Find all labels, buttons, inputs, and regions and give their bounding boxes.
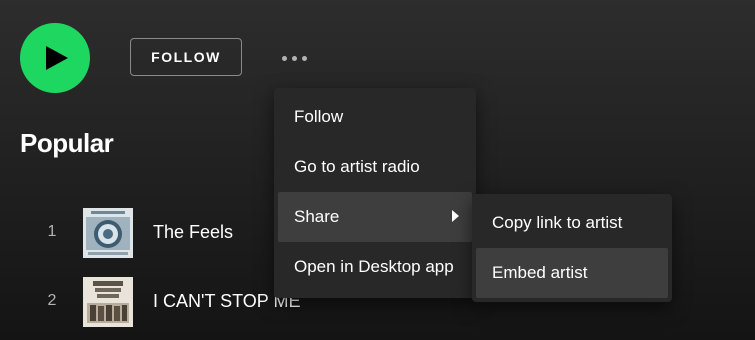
chevron-right-icon: [452, 210, 459, 222]
play-icon: [46, 46, 68, 70]
popular-heading: Popular: [20, 128, 114, 158]
follow-button[interactable]: FOLLOW: [130, 38, 242, 76]
more-horizontal-icon: [281, 55, 287, 61]
play-button[interactable]: [20, 23, 90, 93]
context-menu: Follow Go to artist radio Share Open in …: [274, 88, 476, 298]
menu-item-copy-link[interactable]: Copy link to artist: [476, 198, 668, 248]
menu-item-share[interactable]: Share: [278, 192, 472, 242]
menu-item-embed-artist[interactable]: Embed artist: [476, 248, 668, 298]
album-art: [83, 277, 133, 327]
menu-item-follow[interactable]: Follow: [278, 92, 472, 142]
album-art: [83, 208, 133, 258]
track-number: 1: [47, 223, 57, 240]
track-title: The Feels: [153, 222, 234, 242]
menu-item-artist-radio[interactable]: Go to artist radio: [278, 142, 472, 192]
more-options-button[interactable]: [276, 46, 312, 70]
share-submenu: Copy link to artist Embed artist: [472, 194, 672, 302]
menu-item-open-desktop[interactable]: Open in Desktop app: [278, 242, 472, 292]
menu-item-label: Share: [294, 207, 340, 226]
track-number: 2: [47, 292, 57, 309]
